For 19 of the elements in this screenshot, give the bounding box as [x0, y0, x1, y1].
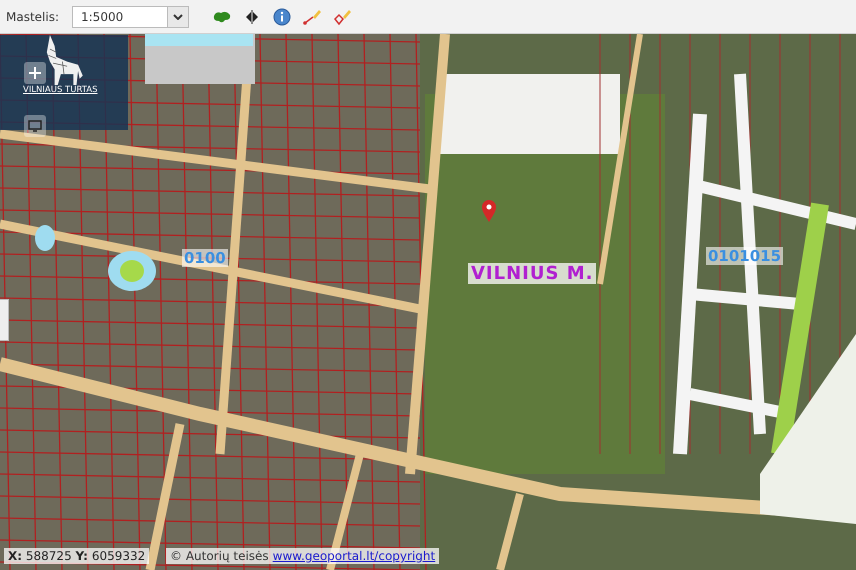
copyright-text: © Autorių teisės: [170, 549, 269, 563]
monitor-icon: [28, 120, 42, 132]
zoom-in-button[interactable]: [24, 62, 46, 84]
scale-dropdown[interactable]: 1:5000: [72, 6, 189, 28]
map-label: 0100: [182, 249, 228, 267]
caret-icon: [173, 14, 183, 20]
screen-button[interactable]: [24, 115, 46, 137]
scale-label: Mastelis:: [6, 10, 60, 24]
info-icon[interactable]: [271, 6, 293, 28]
copyright-link[interactable]: www.geoportal.lt/copyright: [272, 549, 436, 563]
plus-icon: [28, 66, 42, 80]
logo-text: VILNIAUS TURTAS: [23, 85, 98, 95]
pond-with-island: [108, 251, 156, 291]
location-pin-icon: [481, 199, 497, 223]
coordinates-readout: X: 588725 Y: 6059332: [4, 548, 150, 564]
map-label: 0101015: [706, 247, 784, 265]
map-label: VILNIUS M.: [468, 263, 596, 284]
side-panel-handle[interactable]: [0, 299, 9, 341]
pond: [35, 225, 55, 251]
